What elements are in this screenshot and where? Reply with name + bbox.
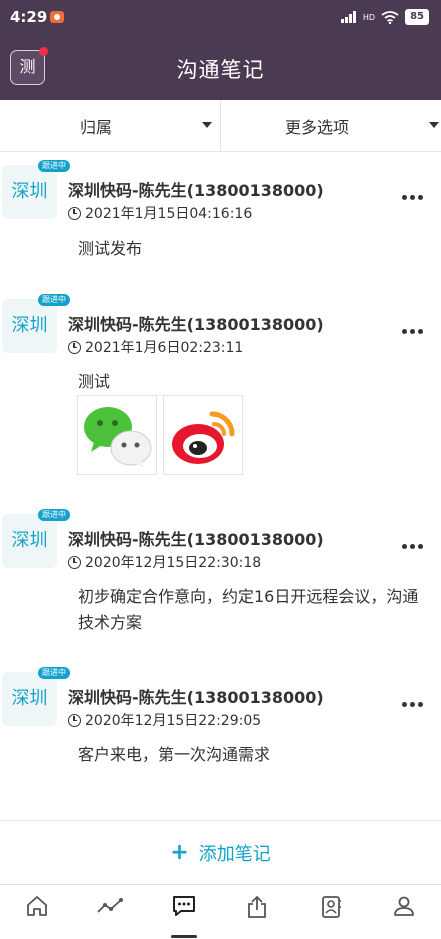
add-note-button[interactable]: + 添加笔记 bbox=[0, 820, 441, 884]
note-time: 2020年12月15日22:29:05 bbox=[68, 710, 261, 730]
avatar-text: 深圳 bbox=[11, 181, 48, 202]
wechat-logo-icon bbox=[84, 407, 152, 468]
contacts-icon bbox=[321, 896, 341, 918]
status-indicators: HD 85 bbox=[340, 9, 429, 25]
status-time: 4:29 bbox=[10, 8, 48, 26]
avatar: 深圳 跟进中 bbox=[2, 509, 70, 568]
weibo-logo-icon bbox=[172, 411, 235, 464]
page-title: 沟通笔记 bbox=[176, 58, 265, 82]
avatar-text: 深圳 bbox=[11, 688, 48, 709]
tab-trends[interactable] bbox=[74, 885, 148, 939]
status-bar: 4:29 HD 85 bbox=[0, 0, 441, 36]
clock-icon bbox=[68, 206, 81, 220]
owner-filter-label: 归属 bbox=[79, 117, 112, 137]
caret-down-icon bbox=[429, 122, 439, 128]
note-body: 初步确定合作意向，约定16日开远程会议，沟通技术方案 bbox=[78, 587, 419, 632]
status-badge: 跟进中 bbox=[38, 509, 70, 521]
weibo-logo-thumbnail[interactable] bbox=[163, 395, 243, 475]
clock-icon bbox=[68, 340, 81, 354]
network-label: HD bbox=[362, 12, 376, 22]
note-body: 测试 bbox=[78, 372, 111, 391]
app-header: 4:29 HD 85 测 沟通笔记 bbox=[0, 0, 441, 100]
note-time-text: 2021年1月6日02:23:11 bbox=[85, 340, 244, 356]
home-icon bbox=[26, 896, 47, 916]
note-time: 2021年1月6日02:23:11 bbox=[68, 337, 243, 357]
more-options-icon[interactable] bbox=[402, 544, 423, 549]
tab-share[interactable] bbox=[221, 885, 295, 939]
tab-profile[interactable] bbox=[368, 885, 441, 939]
more-options-icon[interactable] bbox=[402, 195, 423, 200]
plus-icon: + bbox=[170, 840, 189, 865]
wifi-icon bbox=[381, 10, 399, 24]
screen-record-icon bbox=[50, 11, 64, 23]
wechat-logo-thumbnail[interactable] bbox=[77, 395, 157, 475]
note-title: 深圳快码-陈先生(13800138000) bbox=[68, 315, 324, 334]
signal-icon bbox=[340, 11, 357, 23]
bottom-tab-bar bbox=[0, 884, 441, 939]
tab-contacts[interactable] bbox=[294, 885, 368, 939]
avatar: 深圳 跟进中 bbox=[2, 160, 70, 219]
note-title: 深圳快码-陈先生(13800138000) bbox=[68, 530, 324, 549]
more-options-icon[interactable] bbox=[402, 329, 423, 334]
caret-down-icon bbox=[202, 122, 212, 128]
clock-icon bbox=[68, 555, 81, 569]
active-tab-indicator bbox=[170, 935, 197, 938]
tab-notes[interactable] bbox=[147, 885, 221, 939]
share-icon bbox=[248, 895, 267, 918]
note-title: 深圳快码-陈先生(13800138000) bbox=[68, 181, 324, 200]
add-note-label: 添加笔记 bbox=[198, 843, 271, 865]
note-time-text: 2021年1月15日04:16:16 bbox=[85, 206, 253, 222]
owner-filter-dropdown[interactable]: 归属 bbox=[0, 100, 220, 151]
note-time-text: 2020年12月15日22:29:05 bbox=[85, 713, 262, 729]
avatar: 深圳 跟进中 bbox=[2, 294, 70, 353]
battery-indicator: 85 bbox=[405, 9, 429, 25]
note-time: 2020年12月15日22:30:18 bbox=[68, 552, 261, 572]
chat-icon bbox=[172, 896, 195, 916]
avatar-text: 深圳 bbox=[11, 530, 48, 551]
trend-icon bbox=[97, 898, 124, 913]
user-icon bbox=[394, 896, 415, 916]
more-options-label: 更多选项 bbox=[284, 117, 349, 137]
more-options-icon[interactable] bbox=[402, 702, 423, 707]
filter-bar: 归属 更多选项 bbox=[0, 100, 441, 152]
more-options-dropdown[interactable]: 更多选项 bbox=[220, 100, 441, 151]
status-badge: 跟进中 bbox=[38, 160, 70, 172]
note-time: 2021年1月15日04:16:16 bbox=[68, 203, 252, 223]
avatar-text: 深圳 bbox=[11, 315, 48, 336]
status-badge: 跟进中 bbox=[38, 294, 70, 306]
note-title: 深圳快码-陈先生(13800138000) bbox=[68, 688, 324, 707]
avatar: 深圳 跟进中 bbox=[2, 667, 70, 726]
tab-home[interactable] bbox=[0, 885, 74, 939]
clock-icon bbox=[68, 713, 81, 727]
note-body: 客户来电，第一次沟通需求 bbox=[78, 745, 271, 764]
note-time-text: 2020年12月15日22:30:18 bbox=[85, 555, 262, 571]
status-badge: 跟进中 bbox=[38, 667, 70, 679]
note-body: 测试发布 bbox=[78, 239, 143, 258]
